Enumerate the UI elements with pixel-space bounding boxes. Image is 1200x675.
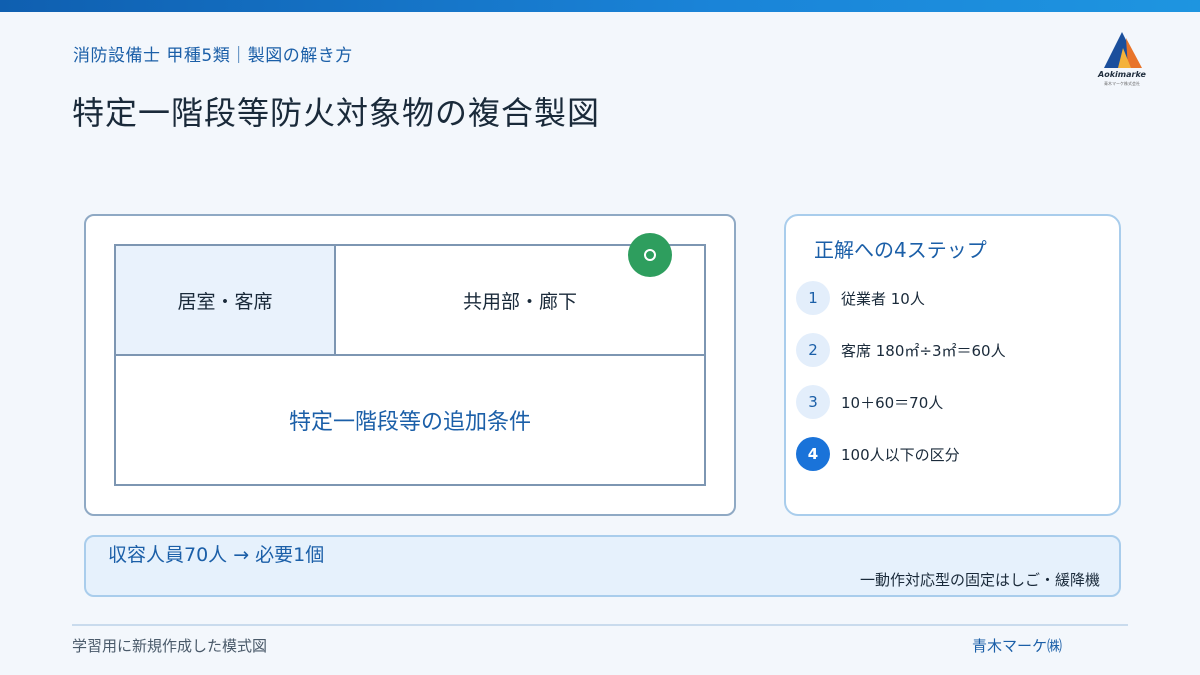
floor-plan: 居室・客席 共用部・廊下 特定一階段等の追加条件 [114, 244, 706, 486]
room-living-seating: 居室・客席 [116, 246, 336, 356]
logo-company: 青木マーケ株式会社 [1104, 81, 1140, 86]
step-number-badge: 3 [796, 385, 830, 419]
footer-note: 学習用に新規作成した模式図 [72, 637, 268, 655]
step-text: 100人以下の区分 [841, 445, 960, 464]
step-number-badge-active: 4 [796, 437, 830, 471]
page-title: 特定一階段等防火対象物の複合製図 [72, 94, 601, 132]
footer-divider [72, 624, 1128, 626]
result-summary: 収容人員70人 → 必要1個 [108, 544, 325, 566]
logo-wordmark: Aokimarke [1098, 70, 1146, 79]
room-additional-condition: 特定一階段等の追加条件 [288, 410, 531, 435]
course-subtitle: 消防設備士 甲種5類｜製図の解き方 [73, 46, 353, 66]
steps-title: 正解への4ステップ [814, 238, 987, 262]
footer-brand: 青木マーケ㈱ [972, 637, 1063, 655]
step-item-1: 1 従業者 10人 [796, 281, 925, 315]
step-item-4: 4 100人以下の区分 [796, 437, 960, 471]
step-number-badge: 2 [796, 333, 830, 367]
step-text: 10＋60＝70人 [841, 393, 944, 412]
step-text: 客席 180㎡÷3㎡＝60人 [841, 341, 1006, 360]
step-text: 従業者 10人 [841, 289, 925, 308]
top-accent-bar [0, 0, 1200, 12]
step-item-2: 2 客席 180㎡÷3㎡＝60人 [796, 333, 1006, 367]
step-item-3: 3 10＋60＝70人 [796, 385, 943, 419]
marker-ring-icon [644, 249, 656, 261]
installation-marker-icon [628, 233, 672, 277]
step-number-badge: 1 [796, 281, 830, 315]
result-note: 一動作対応型の固定はしご・緩降機 [859, 571, 1100, 589]
